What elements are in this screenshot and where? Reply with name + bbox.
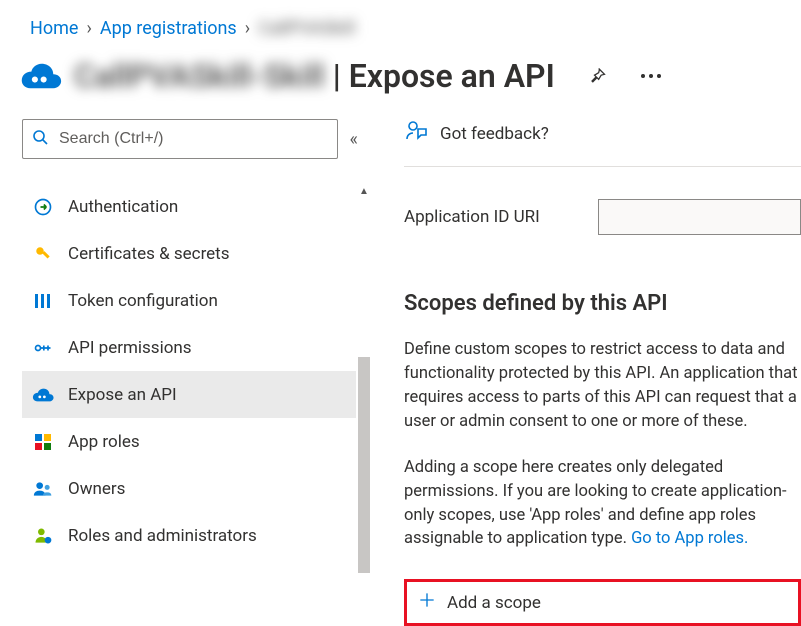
breadcrumb-app-registrations[interactable]: App registrations [100,18,237,39]
plus-icon [417,590,437,615]
scroll-thumb[interactable] [358,357,370,573]
api-permissions-icon [32,338,54,358]
app-id-uri-label: Application ID URI [404,207,574,227]
page-title-divider: | [333,57,341,95]
main-content: Got feedback? Application ID URI Scopes … [384,111,801,582]
scroll-up-icon[interactable]: ▲ [356,183,372,199]
sidebar-item-label: API permissions [68,338,192,358]
page-title-app-name: CallPVASkill-Skill [74,57,325,95]
sidebar-item-roles-administrators[interactable]: Roles and administrators [22,512,362,559]
page-title-section: Expose an API [349,57,555,95]
sidebar-item-expose-an-api[interactable]: Expose an API [22,371,362,418]
cloud-gear-icon [32,387,54,403]
roles-admin-icon [32,526,54,546]
sidebar-item-label: Roles and administrators [68,526,257,546]
feedback-icon [404,119,428,148]
app-id-uri-input[interactable] [598,199,801,235]
add-scope-button[interactable]: Add a scope [404,579,801,626]
arrow-right-circle-icon [32,197,54,217]
more-button[interactable] [633,58,669,94]
go-to-app-roles-link[interactable]: Go to App roles. [631,529,748,548]
sidebar-item-label: Certificates & secrets [68,244,230,264]
breadcrumb-home[interactable]: Home [30,18,78,39]
breadcrumb: Home › App registrations › CallPVASkill [0,0,801,47]
collapse-sidebar-button[interactable]: « [346,125,362,154]
feedback-label: Got feedback? [440,124,549,144]
search-icon [32,129,48,149]
sidebar-item-owners[interactable]: Owners [22,465,362,512]
sidebar-item-label: Token configuration [68,291,218,311]
sidebar-item-api-permissions[interactable]: API permissions [22,324,362,371]
sidebar-item-label: Authentication [68,197,178,217]
page-header: CallPVASkill-Skill | Expose an API [0,47,801,105]
sidebar-item-token-configuration[interactable]: Token configuration [22,277,362,324]
app-cloud-icon [20,55,62,97]
sidebar-item-label: Owners [68,479,125,499]
scopes-heading: Scopes defined by this API [404,291,801,316]
sidebar-item-certificates-secrets[interactable]: Certificates & secrets [22,230,362,277]
token-icon [32,292,54,310]
pin-button[interactable] [579,58,615,94]
chevron-right-icon: › [86,18,91,39]
sidebar-nav: Authentication Certificates & secrets To… [22,183,362,573]
key-icon [32,245,54,263]
page-title: CallPVASkill-Skill | Expose an API [74,57,555,95]
chevron-right-icon: › [245,18,250,39]
sidebar-scrollbar[interactable]: ▲ [356,183,372,573]
add-scope-label: Add a scope [447,593,541,613]
sidebar-item-app-roles[interactable]: App roles [22,418,362,465]
app-roles-icon [32,433,54,451]
sidebar-item-label: App roles [68,432,140,452]
scopes-description-1: Define custom scopes to restrict access … [404,338,801,434]
search-input[interactable] [22,119,338,159]
sidebar-item-label: Expose an API [68,385,177,405]
breadcrumb-app-name[interactable]: CallPVASkill [258,18,355,39]
sidebar-item-authentication[interactable]: Authentication [22,183,362,230]
feedback-link[interactable]: Got feedback? [404,119,801,167]
scopes-description-2: Adding a scope here creates only delegat… [404,456,801,552]
owners-icon [32,480,54,498]
